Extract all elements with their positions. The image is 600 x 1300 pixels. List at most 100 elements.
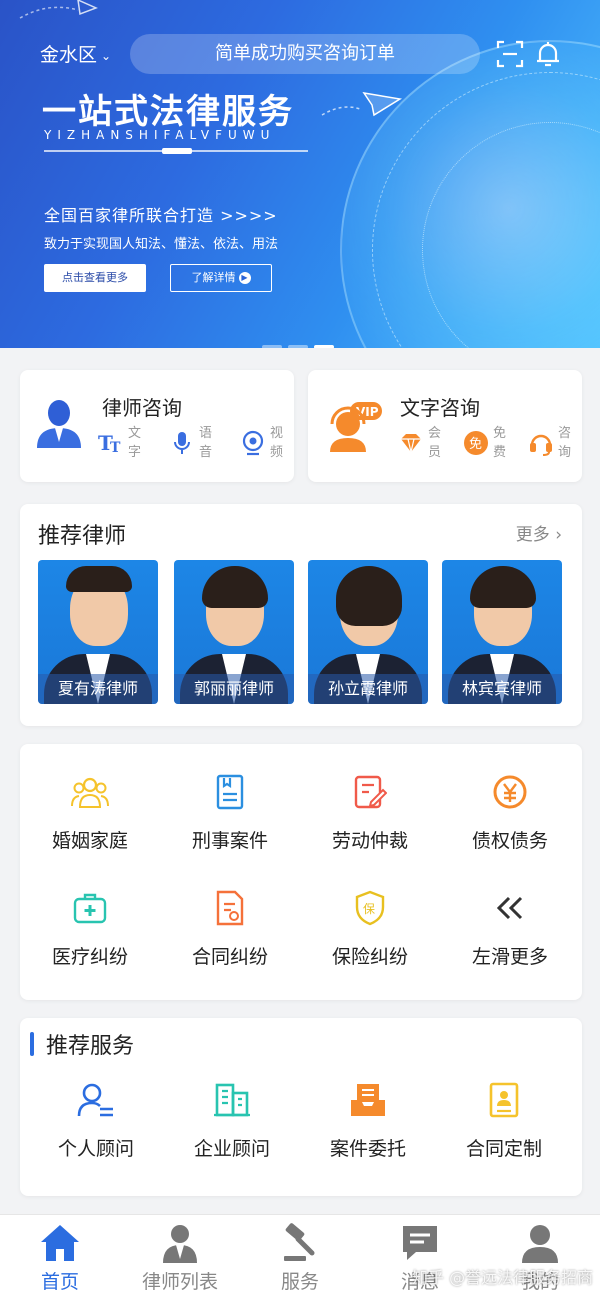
lawyer-card[interactable]: 林宾宾律师 bbox=[442, 560, 562, 704]
category-labor-arbitration[interactable]: 劳动仲裁 bbox=[300, 772, 440, 853]
scan-icon[interactable] bbox=[494, 38, 526, 70]
svg-text:保: 保 bbox=[363, 902, 375, 916]
banner-title: 一站式法律服务 bbox=[42, 92, 294, 132]
swipe-more[interactable]: 左滑更多 bbox=[440, 888, 580, 969]
voice-consult-option[interactable]: 语音 bbox=[169, 424, 215, 462]
option-label: 文字 bbox=[128, 426, 142, 460]
message-icon bbox=[360, 1221, 480, 1265]
building-icon bbox=[162, 1080, 302, 1120]
category-label: 合同纠纷 bbox=[191, 946, 268, 968]
contract-icon bbox=[160, 888, 300, 928]
category-label: 保险纠纷 bbox=[331, 946, 408, 968]
nav-home[interactable]: 首页 bbox=[0, 1221, 120, 1294]
section-accent-bar bbox=[30, 1032, 34, 1056]
paper-plane-icon bbox=[321, 91, 402, 117]
microphone-icon bbox=[169, 430, 195, 456]
inbox-icon bbox=[298, 1080, 438, 1120]
district-selector[interactable]: 金水区 ⌄ bbox=[40, 40, 111, 67]
lawyer-name: 郭丽丽律师 bbox=[174, 674, 294, 704]
recommended-services-section: 推荐服务 个人顾问 企业顾问 案件委托 合同定制 bbox=[20, 1018, 582, 1196]
nav-lawyer-list[interactable]: 律师列表 bbox=[120, 1221, 240, 1294]
lawyer-name: 林宾宾律师 bbox=[442, 674, 562, 704]
category-marriage-family[interactable]: 婚姻家庭 bbox=[20, 772, 160, 853]
play-icon: ▶ bbox=[238, 272, 251, 284]
service-enterprise-advisor[interactable]: 企业顾问 bbox=[162, 1080, 302, 1161]
bell-icon[interactable] bbox=[532, 38, 564, 70]
user-icon bbox=[480, 1221, 600, 1265]
category-label: 债权债务 bbox=[471, 830, 548, 852]
service-personal-advisor[interactable]: 个人顾问 bbox=[26, 1080, 166, 1161]
watermark: 知乎 @誉远法律服务招商 bbox=[412, 1268, 594, 1287]
edit-document-icon bbox=[300, 772, 440, 812]
free-badge-text: 免 bbox=[469, 437, 482, 452]
home-icon bbox=[0, 1221, 120, 1265]
category-medical[interactable]: 医疗纠纷 bbox=[20, 888, 160, 969]
option-label: 会员 bbox=[428, 426, 442, 460]
video-consult-option[interactable]: 视频 bbox=[240, 424, 286, 462]
hero-banner[interactable]: 金水区 ⌄ 简单成功购买咨询订单 一站式法律服务 YIZHANSHIFALVFUW… bbox=[0, 0, 600, 348]
district-label: 金水区 bbox=[40, 44, 98, 66]
carousel-dot[interactable] bbox=[288, 345, 308, 348]
member-option[interactable]: 会员 bbox=[398, 424, 444, 462]
yen-icon bbox=[440, 772, 580, 812]
banner-description: 致力于实现国人知法、懂法、依法、用法 bbox=[44, 237, 279, 252]
lawyer-card[interactable]: 郭丽丽律师 bbox=[174, 560, 294, 704]
category-label: 劳动仲裁 bbox=[331, 830, 408, 852]
headset-icon bbox=[528, 430, 554, 456]
contract-person-icon bbox=[434, 1080, 574, 1120]
option-label: 语音 bbox=[199, 426, 213, 460]
recommended-lawyers-section: 推荐律师 更多 › 夏有涛律师 郭丽丽律师 孙立霞律师 林宾宾律师 bbox=[20, 504, 582, 726]
family-icon bbox=[20, 772, 160, 812]
document-icon bbox=[160, 772, 300, 812]
chevron-down-icon: ⌄ bbox=[101, 48, 112, 63]
lawyer-photo-hair bbox=[66, 566, 132, 592]
lawyer-photo-hair bbox=[202, 566, 268, 608]
category-debt[interactable]: 债权债务 bbox=[440, 772, 580, 853]
category-label: 医疗纠纷 bbox=[51, 946, 128, 968]
carousel-dot-active[interactable] bbox=[314, 345, 334, 348]
case-category-grid: 婚姻家庭 刑事案件 劳动仲裁 债权债务 医疗纠纷 合同纠纷 保 保险纠纷 左滑更… bbox=[20, 744, 582, 1000]
service-contract-custom[interactable]: 合同定制 bbox=[434, 1080, 574, 1161]
service-label: 合同定制 bbox=[465, 1138, 542, 1160]
view-more-button[interactable]: 点击查看更多 bbox=[44, 264, 146, 292]
shield-icon: 保 bbox=[300, 888, 440, 928]
option-label: 咨询 bbox=[558, 426, 572, 460]
nav-label: 首页 bbox=[40, 1271, 79, 1293]
category-label: 左滑更多 bbox=[471, 946, 548, 968]
text-consult-option[interactable]: TT 文字 bbox=[98, 424, 144, 462]
category-contract[interactable]: 合同纠纷 bbox=[160, 888, 300, 969]
text-consult-options: 会员 免 免费 咨询 bbox=[398, 424, 574, 462]
lawyer-consult-card[interactable]: 律师咨询 TT 文字 语音 视频 bbox=[20, 370, 294, 482]
consult-option[interactable]: 咨询 bbox=[528, 424, 574, 462]
svg-text:T: T bbox=[110, 440, 121, 454]
carousel-dot[interactable] bbox=[262, 345, 282, 348]
lawyer-consult-title: 律师咨询 bbox=[102, 396, 182, 420]
text-consult-card[interactable]: VIP 文字咨询 会员 免 免费 咨询 bbox=[308, 370, 582, 482]
lawyer-card[interactable]: 夏有涛律师 bbox=[38, 560, 158, 704]
nav-label: 律师列表 bbox=[141, 1271, 218, 1293]
service-label: 个人顾问 bbox=[57, 1138, 134, 1160]
free-badge-icon: 免 bbox=[463, 430, 489, 456]
nav-label: 服务 bbox=[280, 1271, 319, 1293]
banner-divider-accent bbox=[162, 148, 192, 154]
banner-subtitle: 全国百家律所联合打造 >>>> bbox=[44, 206, 278, 225]
more-link[interactable]: 更多 › bbox=[516, 520, 562, 545]
gavel-icon bbox=[240, 1221, 360, 1265]
free-option[interactable]: 免 免费 bbox=[463, 424, 509, 462]
learn-details-button[interactable]: 了解详情 ▶ bbox=[170, 264, 272, 292]
lawyer-photo-hair bbox=[336, 566, 402, 626]
lawyer-card[interactable]: 孙立霞律师 bbox=[308, 560, 428, 704]
section-title: 推荐服务 bbox=[46, 1034, 135, 1059]
medical-kit-icon bbox=[20, 888, 160, 928]
notice-bar[interactable]: 简单成功购买咨询订单 bbox=[130, 34, 480, 74]
top-bar: 金水区 ⌄ 简单成功购买咨询订单 bbox=[0, 32, 600, 76]
service-label: 案件委托 bbox=[329, 1138, 406, 1160]
category-insurance[interactable]: 保 保险纠纷 bbox=[300, 888, 440, 969]
category-criminal[interactable]: 刑事案件 bbox=[160, 772, 300, 853]
lawyer-consult-options: TT 文字 语音 视频 bbox=[98, 424, 286, 462]
more-label: 更多 bbox=[515, 525, 550, 545]
service-label: 企业顾问 bbox=[193, 1138, 270, 1160]
service-case-entrust[interactable]: 案件委托 bbox=[298, 1080, 438, 1161]
nav-services[interactable]: 服务 bbox=[240, 1221, 360, 1294]
diamond-icon bbox=[398, 430, 424, 456]
